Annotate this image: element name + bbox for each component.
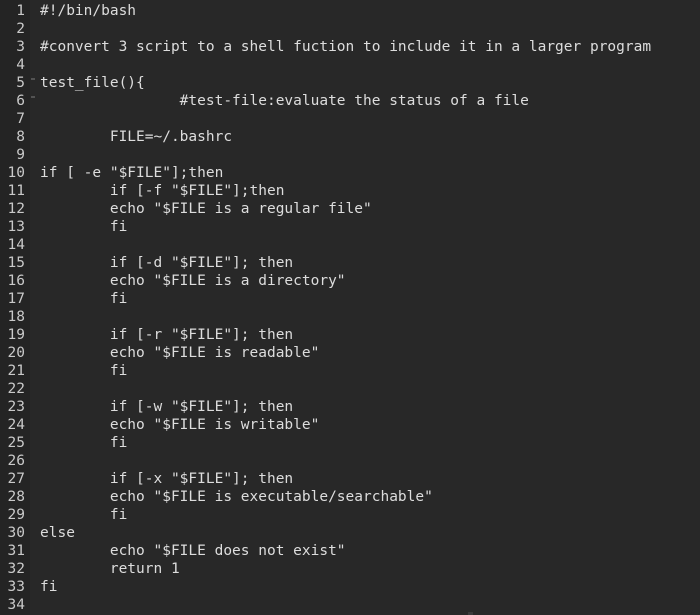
line-number: 2 bbox=[16, 21, 25, 37]
code-line[interactable]: echo "$FILE is a regular file" bbox=[40, 200, 700, 218]
code-line[interactable]: fi bbox=[40, 434, 700, 452]
code-line[interactable]: if [ -e "$FILE"];then bbox=[40, 164, 700, 182]
code-line[interactable] bbox=[40, 380, 700, 398]
code-line[interactable] bbox=[40, 236, 700, 254]
code-line[interactable]: test_file(){ bbox=[40, 74, 700, 92]
line-number: 14 bbox=[7, 237, 25, 253]
line-number: 4 bbox=[16, 57, 25, 73]
line-number: 32 bbox=[7, 561, 25, 577]
code-line[interactable]: fi bbox=[40, 218, 700, 236]
code-line[interactable] bbox=[40, 452, 700, 470]
line-number: 25 bbox=[7, 435, 25, 451]
line-number: 31 bbox=[7, 543, 25, 559]
line-number: 24 bbox=[7, 417, 25, 433]
line-number: 20 bbox=[7, 345, 25, 361]
line-number: 19 bbox=[7, 327, 25, 343]
line-number: 5 bbox=[16, 75, 25, 91]
line-number: 23 bbox=[7, 399, 25, 415]
line-number: 26 bbox=[7, 453, 25, 469]
code-line[interactable]: fi bbox=[40, 362, 700, 380]
line-number-gutter: 1 2 3 4 5 6 7 8 9 10 11 12 13 14 15 16 17 18 19 20 21 22 23 24 2… bbox=[0, 0, 30, 615]
line-number: 33 bbox=[7, 579, 25, 595]
line-number: 27 bbox=[7, 471, 25, 487]
code-line[interactable]: if [-d "$FILE"]; then bbox=[40, 254, 700, 272]
line-number: 6 bbox=[16, 93, 25, 109]
code-line[interactable]: #!/bin/bash bbox=[40, 2, 700, 20]
line-number: 11 bbox=[7, 183, 25, 199]
line-number: 13 bbox=[7, 219, 25, 235]
line-number: 9 bbox=[16, 147, 25, 163]
code-line[interactable]: fi bbox=[40, 506, 700, 524]
code-line[interactable]: echo "$FILE is writable" bbox=[40, 416, 700, 434]
line-number: 28 bbox=[7, 489, 25, 505]
code-line[interactable] bbox=[40, 596, 700, 614]
code-editor[interactable]: 1 2 3 4 5 6 7 8 9 10 11 12 13 14 15 16 17 18 19 20 21 22 23 24 2… bbox=[0, 0, 700, 615]
code-line[interactable]: if [-x "$FILE"]; then bbox=[40, 470, 700, 488]
line-number: 29 bbox=[7, 507, 25, 523]
code-line[interactable] bbox=[40, 146, 700, 164]
code-line[interactable]: if [-f "$FILE"];then bbox=[40, 182, 700, 200]
fold-marker-secondary-icon bbox=[31, 96, 35, 98]
line-number: 17 bbox=[7, 291, 25, 307]
line-number: 34 bbox=[7, 597, 25, 613]
code-line[interactable]: echo "$FILE is executable/searchable" bbox=[40, 488, 700, 506]
code-line[interactable] bbox=[40, 110, 700, 128]
line-number: 10 bbox=[7, 165, 25, 181]
line-number: 30 bbox=[7, 525, 25, 541]
line-number: 15 bbox=[7, 255, 25, 271]
code-line[interactable] bbox=[40, 20, 700, 38]
line-number: 18 bbox=[7, 309, 25, 325]
fold-marker-icon bbox=[31, 78, 35, 80]
line-number: 21 bbox=[7, 363, 25, 379]
code-line[interactable]: if [-r "$FILE"]; then bbox=[40, 326, 700, 344]
code-line[interactable]: return 1 bbox=[40, 560, 700, 578]
code-line[interactable]: fi bbox=[40, 290, 700, 308]
code-line[interactable]: if [-w "$FILE"]; then bbox=[40, 398, 700, 416]
line-number: 8 bbox=[16, 129, 25, 145]
code-line[interactable] bbox=[40, 56, 700, 74]
line-number: 3 bbox=[16, 39, 25, 55]
line-number: 7 bbox=[16, 111, 25, 127]
code-line[interactable]: echo "$FILE is a directory" bbox=[40, 272, 700, 290]
line-number: 12 bbox=[7, 201, 25, 217]
code-line[interactable]: echo "$FILE does not exist" bbox=[40, 542, 700, 560]
code-line[interactable]: else bbox=[40, 524, 700, 542]
line-number: 1 bbox=[16, 3, 25, 19]
code-line[interactable]: #convert 3 script to a shell fuction to … bbox=[40, 38, 700, 56]
code-line[interactable] bbox=[40, 308, 700, 326]
line-number: 16 bbox=[7, 273, 25, 289]
code-line[interactable]: fi bbox=[40, 578, 700, 596]
line-number: 22 bbox=[7, 381, 25, 397]
code-line[interactable]: #test-file:evaluate the status of a file bbox=[40, 92, 700, 110]
code-line[interactable]: FILE=~/.bashrc bbox=[40, 128, 700, 146]
code-line[interactable]: echo "$FILE is readable" bbox=[40, 344, 700, 362]
code-text-area[interactable]: #!/bin/bash #convert 3 script to a shell … bbox=[30, 0, 700, 615]
